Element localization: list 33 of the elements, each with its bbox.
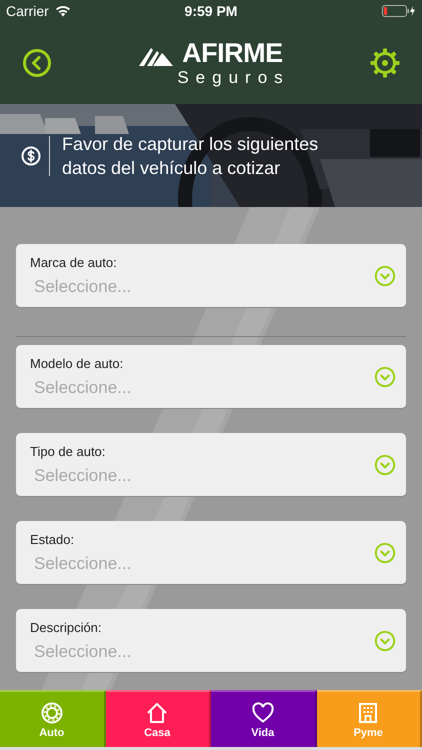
field-label: Descripción: (30, 620, 103, 634)
select-field[interactable]: Descripción: Seleccione... (16, 609, 406, 673)
chevron-down-icon (374, 542, 396, 564)
field-label: Tipo de auto: (30, 444, 106, 458)
logo-tagline: Seguros (177, 68, 290, 88)
tab[interactable]: Casa (106, 690, 211, 747)
chevron-down-icon (374, 264, 396, 286)
field-label: Modelo de auto: (30, 356, 124, 370)
select-field[interactable]: Modelo de auto: Seleccione... (16, 345, 406, 409)
carrier-name: Carrier (6, 3, 49, 19)
field-placeholder: Seleccione... (33, 276, 132, 296)
battery-icon (382, 5, 416, 17)
wifi-icon (54, 5, 71, 17)
chevron-down-icon (374, 630, 396, 652)
status-time: 9:59 PM (184, 3, 238, 19)
logo-name: AFIRME (182, 38, 283, 68)
chevron-down-icon (374, 454, 396, 476)
select-field[interactable]: Estado: Seleccione... (16, 521, 406, 585)
heart-icon (250, 700, 275, 724)
tab[interactable]: Vida (211, 690, 316, 747)
field-placeholder: Seleccione... (33, 642, 132, 662)
select-field[interactable]: Tipo de auto: Seleccione... (16, 433, 406, 497)
settings-icon[interactable] (370, 48, 400, 78)
chevron-down-icon (374, 366, 396, 388)
wheel-icon (40, 700, 64, 724)
select-field[interactable]: Marca de auto: Seleccione... (16, 244, 406, 308)
field-placeholder: Seleccione... (33, 378, 132, 398)
house-icon (145, 700, 170, 724)
field-placeholder: Seleccione... (33, 466, 132, 486)
back-icon[interactable] (22, 48, 52, 78)
field-label: Marca de auto: (30, 254, 118, 270)
field-placeholder: Seleccione... (33, 554, 132, 574)
field-label: Estado: (30, 532, 76, 546)
